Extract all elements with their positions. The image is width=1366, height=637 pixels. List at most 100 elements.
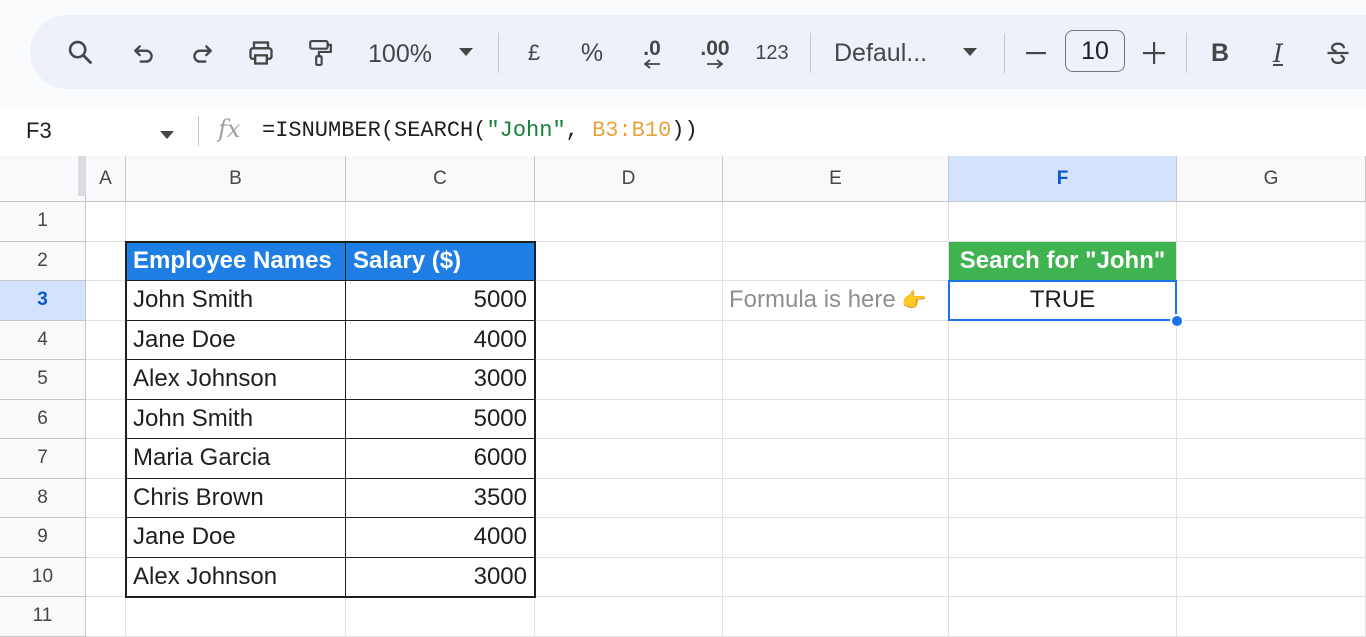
- cell-g9[interactable]: [1177, 518, 1366, 558]
- undo-icon[interactable]: [126, 36, 162, 72]
- cell-b4[interactable]: Jane Doe: [126, 320, 346, 360]
- cell-f5[interactable]: [949, 360, 1177, 400]
- cell-f7[interactable]: [949, 439, 1177, 479]
- cell-b6[interactable]: John Smith: [126, 399, 346, 439]
- italic-button[interactable]: I: [1262, 36, 1294, 70]
- cell-f9[interactable]: [949, 518, 1177, 558]
- cell-d3[interactable]: [535, 281, 723, 321]
- row-header-11[interactable]: 11: [0, 597, 86, 637]
- row-header-3[interactable]: 3: [0, 281, 86, 321]
- cell-c7[interactable]: 6000: [346, 439, 535, 479]
- minus-icon[interactable]: [1022, 38, 1050, 68]
- cell-d1[interactable]: [535, 202, 723, 242]
- fill-handle[interactable]: [1170, 313, 1184, 328]
- cell-e2[interactable]: [723, 241, 949, 281]
- formula-input[interactable]: =ISNUMBER(SEARCH("John", B3:B10)): [262, 118, 698, 143]
- cell-c6[interactable]: 5000: [346, 399, 535, 439]
- cell-g4[interactable]: [1177, 320, 1366, 360]
- cell-a1[interactable]: [86, 202, 126, 242]
- strikethrough-icon[interactable]: [1320, 36, 1356, 70]
- cell-c1[interactable]: [346, 202, 535, 242]
- row-header-2[interactable]: 2: [0, 241, 86, 281]
- search-icon[interactable]: [62, 34, 98, 70]
- cell-a9[interactable]: [86, 518, 126, 558]
- cell-e1[interactable]: [723, 202, 949, 242]
- cell-d7[interactable]: [535, 439, 723, 479]
- cell-a2[interactable]: [86, 241, 126, 281]
- cell-c4[interactable]: 4000: [346, 320, 535, 360]
- plus-icon[interactable]: [1140, 38, 1168, 68]
- column-header-b[interactable]: B: [126, 156, 346, 202]
- column-header-f[interactable]: F: [949, 156, 1177, 202]
- cell-e10[interactable]: [723, 557, 949, 597]
- name-box[interactable]: F3: [26, 118, 52, 144]
- cell-a4[interactable]: [86, 320, 126, 360]
- cell-d10[interactable]: [535, 557, 723, 597]
- cell-g1[interactable]: [1177, 202, 1366, 242]
- cell-f8[interactable]: [949, 478, 1177, 518]
- cell-c10[interactable]: 3000: [346, 557, 535, 597]
- cell-a6[interactable]: [86, 399, 126, 439]
- cell-d6[interactable]: [535, 399, 723, 439]
- cell-f4[interactable]: [949, 320, 1177, 360]
- cell-b1[interactable]: [126, 202, 346, 242]
- row-header-1[interactable]: 1: [0, 202, 86, 242]
- cell-d2[interactable]: [535, 241, 723, 281]
- cell-a11[interactable]: [86, 597, 126, 637]
- cell-c11[interactable]: [346, 597, 535, 637]
- cell-g5[interactable]: [1177, 360, 1366, 400]
- cell-b10[interactable]: Alex Johnson: [126, 557, 346, 597]
- cell-e6[interactable]: [723, 399, 949, 439]
- percent-format-button[interactable]: %: [574, 36, 610, 70]
- bold-button[interactable]: B: [1204, 36, 1236, 70]
- cell-e4[interactable]: [723, 320, 949, 360]
- cell-g11[interactable]: [1177, 597, 1366, 637]
- cell-c3[interactable]: 5000: [346, 281, 535, 321]
- cell-e7[interactable]: [723, 439, 949, 479]
- cell-b9[interactable]: Jane Doe: [126, 518, 346, 558]
- font-select[interactable]: Defaul...: [834, 36, 942, 70]
- cell-g3[interactable]: [1177, 281, 1366, 321]
- row-header-9[interactable]: 9: [0, 518, 86, 558]
- column-header-c[interactable]: C: [346, 156, 535, 202]
- cell-c8[interactable]: 3500: [346, 478, 535, 518]
- cell-g6[interactable]: [1177, 399, 1366, 439]
- redo-icon[interactable]: [184, 36, 220, 72]
- cell-a5[interactable]: [86, 360, 126, 400]
- cell-e9[interactable]: [723, 518, 949, 558]
- cell-d4[interactable]: [535, 320, 723, 360]
- cell-a8[interactable]: [86, 478, 126, 518]
- cell-c5[interactable]: 3000: [346, 360, 535, 400]
- cell-a10[interactable]: [86, 557, 126, 597]
- cell-d9[interactable]: [535, 518, 723, 558]
- cell-e11[interactable]: [723, 597, 949, 637]
- column-header-a[interactable]: A: [86, 156, 126, 202]
- row-header-8[interactable]: 8: [0, 478, 86, 518]
- cell-d11[interactable]: [535, 597, 723, 637]
- search-header[interactable]: Search for "John": [949, 241, 1177, 281]
- row-header-5[interactable]: 5: [0, 360, 86, 400]
- cell-g2[interactable]: [1177, 241, 1366, 281]
- font-dropdown-icon[interactable]: [958, 42, 982, 62]
- table-header-salary[interactable]: Salary ($): [346, 241, 535, 281]
- column-header-d[interactable]: D: [535, 156, 723, 202]
- cell-d8[interactable]: [535, 478, 723, 518]
- cell-d5[interactable]: [535, 360, 723, 400]
- zoom-dropdown-icon[interactable]: [454, 42, 478, 62]
- decrease-decimal-button[interactable]: .0: [630, 32, 674, 74]
- cell-b8[interactable]: Chris Brown: [126, 478, 346, 518]
- zoom-select[interactable]: 100%: [362, 36, 438, 72]
- cell-b7[interactable]: Maria Garcia: [126, 439, 346, 479]
- cell-a3[interactable]: [86, 281, 126, 321]
- column-header-e[interactable]: E: [723, 156, 949, 202]
- font-size-input[interactable]: 10: [1065, 30, 1125, 72]
- row-header-6[interactable]: 6: [0, 399, 86, 439]
- cell-e5[interactable]: [723, 360, 949, 400]
- cell-f10[interactable]: [949, 557, 1177, 597]
- cell-g8[interactable]: [1177, 478, 1366, 518]
- cell-f1[interactable]: [949, 202, 1177, 242]
- paint-format-icon[interactable]: [302, 34, 338, 72]
- column-header-g[interactable]: G: [1177, 156, 1366, 202]
- cell-e3[interactable]: Formula is here 👉: [723, 281, 949, 321]
- cell-g10[interactable]: [1177, 557, 1366, 597]
